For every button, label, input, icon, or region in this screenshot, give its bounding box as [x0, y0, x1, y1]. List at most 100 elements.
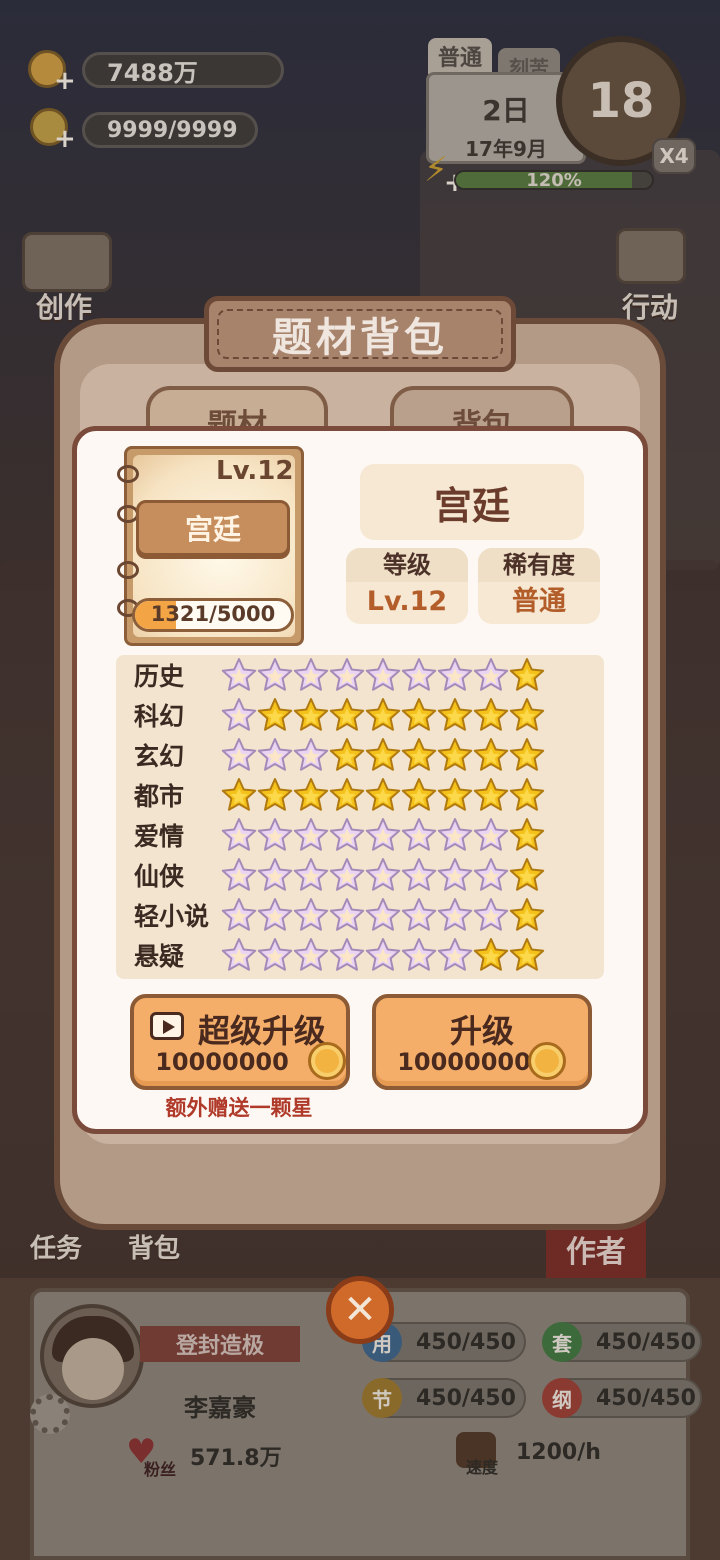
exp-progress-bar: 1321/5000 [132, 598, 294, 632]
rainbow-star-icon [437, 938, 473, 971]
gold-star-icon [473, 698, 509, 731]
rainbow-star-icon [401, 898, 437, 931]
gold-star-icon [257, 698, 293, 731]
exp-progress-text: 1321/5000 [150, 602, 276, 626]
rainbow-star-icon [257, 738, 293, 771]
rainbow-star-icon [401, 938, 437, 971]
upgrade-cost: 10000000 [397, 1048, 531, 1076]
stat-yong-value: 450/450 [416, 1329, 516, 1355]
gold-star-icon [437, 778, 473, 811]
genre-name: 悬疑 [134, 942, 185, 971]
rainbow-star-icon [401, 858, 437, 891]
level-value: Lv.12 [366, 586, 448, 617]
rainbow-star-icon [473, 658, 509, 691]
rainbow-star-icon [221, 698, 257, 731]
gold-star-icon [509, 658, 545, 691]
tasks-button[interactable]: 任务 [30, 1228, 82, 1265]
topic-name-text: 宫廷 [433, 483, 510, 528]
idea-counter: 9999/9999 [82, 112, 258, 148]
notebook-level: Lv.12 [216, 456, 294, 486]
rainbow-star-icon [437, 858, 473, 891]
topic-name: 宫廷 [360, 464, 584, 540]
gold-star-icon [509, 738, 545, 771]
gold-star-icon [293, 778, 329, 811]
rainbow-star-icon [473, 818, 509, 851]
rainbow-star-icon [329, 938, 365, 971]
gold-star-icon [293, 698, 329, 731]
super-upgrade-button[interactable]: 超级升级 10000000 [130, 994, 350, 1090]
add-ideas-icon[interactable]: + [54, 124, 76, 154]
rainbow-star-icon [221, 858, 257, 891]
gold-star-icon [473, 778, 509, 811]
fans-value: 571.8万 [190, 1446, 282, 1471]
rainbow-star-icon [365, 898, 401, 931]
rainbow-star-icon [221, 938, 257, 971]
gold-star-icon [401, 778, 437, 811]
tab-normal-mode[interactable]: 普通 [428, 38, 492, 74]
bonus-star-note: 额外赠送一颗星 [165, 1096, 313, 1120]
notebook-ring-icon [117, 465, 139, 483]
coin-counter: 7488万 [82, 52, 284, 88]
genre-row: 玄幻 [134, 735, 545, 775]
genre-row: 仙侠 [134, 855, 545, 895]
speed-label: 速度 [466, 1458, 499, 1477]
close-button[interactable]: ✕ [326, 1276, 394, 1344]
gold-star-icon [437, 698, 473, 731]
super-upgrade-label: 超级升级 [197, 1012, 326, 1050]
rainbow-star-icon [329, 858, 365, 891]
coin-counter-value: 7488万 [107, 58, 198, 87]
gold-star-icon [365, 778, 401, 811]
stat-gang: 纲 450/450 [542, 1378, 702, 1418]
rainbow-star-icon [257, 938, 293, 971]
genre-row: 轻小说 [134, 895, 545, 935]
rainbow-star-icon [221, 738, 257, 771]
rainbow-star-icon [437, 898, 473, 931]
coin-icon [528, 1042, 566, 1080]
genre-row: 悬疑 [134, 935, 545, 975]
rainbow-star-icon [329, 898, 365, 931]
genre-name: 玄幻 [134, 742, 185, 771]
rainbow-star-icon [293, 938, 329, 971]
gold-star-icon [509, 858, 545, 891]
clock-value: 18 [587, 73, 655, 129]
fans-label: 粉丝 [144, 1460, 177, 1479]
energy-bar: 120% [454, 170, 654, 190]
gold-star-icon [509, 898, 545, 931]
bag-button[interactable]: 背包 [128, 1228, 180, 1265]
rainbow-star-icon [329, 658, 365, 691]
stat-jie-value: 450/450 [416, 1385, 516, 1411]
author-name: 李嘉豪 [184, 1394, 256, 1422]
notebook-topic-tag-text: 宫廷 [184, 513, 241, 546]
gold-star-icon [437, 738, 473, 771]
rainbow-star-icon [257, 858, 293, 891]
gold-star-icon [473, 738, 509, 771]
avatar-face [62, 1338, 124, 1400]
rainbow-star-icon [293, 858, 329, 891]
super-upgrade-cost: 10000000 [155, 1048, 289, 1076]
genre-row: 科幻 [134, 695, 545, 735]
stat-tao-value: 450/450 [596, 1329, 696, 1355]
rainbow-star-icon [293, 898, 329, 931]
rainbow-star-icon [221, 818, 257, 851]
speed-multiplier-button[interactable]: X4 [652, 138, 696, 174]
rainbow-star-icon [365, 858, 401, 891]
title-ribbon: 登封造极 [140, 1326, 300, 1362]
settings-gear-icon[interactable] [30, 1394, 70, 1434]
upgrade-button[interactable]: 升级 10000000 [372, 994, 592, 1090]
cash-register-icon[interactable] [616, 228, 686, 284]
gold-star-icon [509, 818, 545, 851]
rainbow-star-icon [221, 658, 257, 691]
tab-normal-label: 普通 [437, 46, 482, 71]
rainbow-star-icon [257, 658, 293, 691]
rainbow-star-icon [365, 658, 401, 691]
add-coins-icon[interactable]: + [54, 66, 76, 96]
gold-star-icon [401, 738, 437, 771]
level-label: 等级 [346, 548, 468, 582]
speed-value: 1200/h [516, 1440, 601, 1465]
author-avatar[interactable] [40, 1304, 144, 1408]
rainbow-star-icon [293, 818, 329, 851]
create-button[interactable]: 创作 [36, 286, 92, 326]
genre-name: 都市 [134, 782, 185, 811]
book-icon[interactable] [22, 232, 112, 292]
idea-counter-value: 9999/9999 [107, 117, 238, 143]
